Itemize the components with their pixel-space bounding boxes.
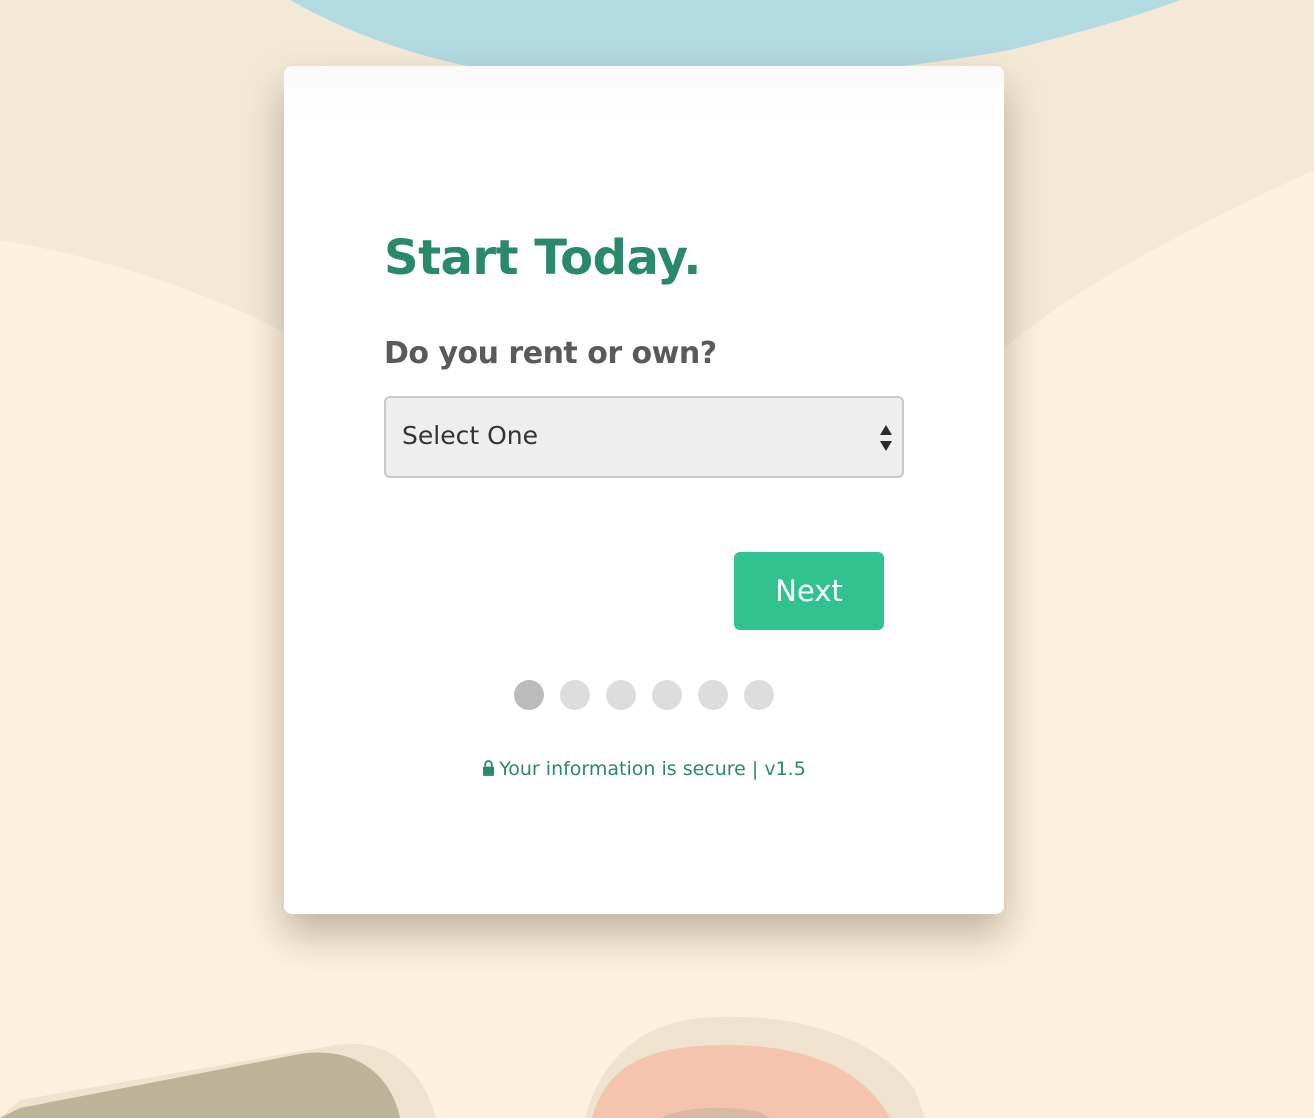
background-rock: [0, 1052, 400, 1118]
step-dot-4: [652, 680, 682, 710]
security-notice-text: Your information is secure | v1.5: [499, 758, 806, 780]
select-value: Select One: [402, 421, 538, 450]
page-title: Start Today.: [384, 230, 701, 286]
step-progress-indicator: [514, 680, 774, 710]
rent-or-own-select[interactable]: Select One: [384, 396, 904, 478]
step-dot-5: [698, 680, 728, 710]
step-dot-2: [560, 680, 590, 710]
signup-card: Start Today. Do you rent or own? Select …: [284, 66, 1004, 914]
step-dot-1: [514, 680, 544, 710]
security-notice: Your information is secure | v1.5: [284, 756, 1004, 782]
lock-icon: [483, 760, 495, 776]
rent-or-own-question: Do you rent or own?: [384, 336, 717, 371]
step-dot-6: [744, 680, 774, 710]
step-dot-3: [606, 680, 636, 710]
sort-arrows-icon: [880, 425, 892, 451]
next-button[interactable]: Next: [734, 552, 884, 630]
